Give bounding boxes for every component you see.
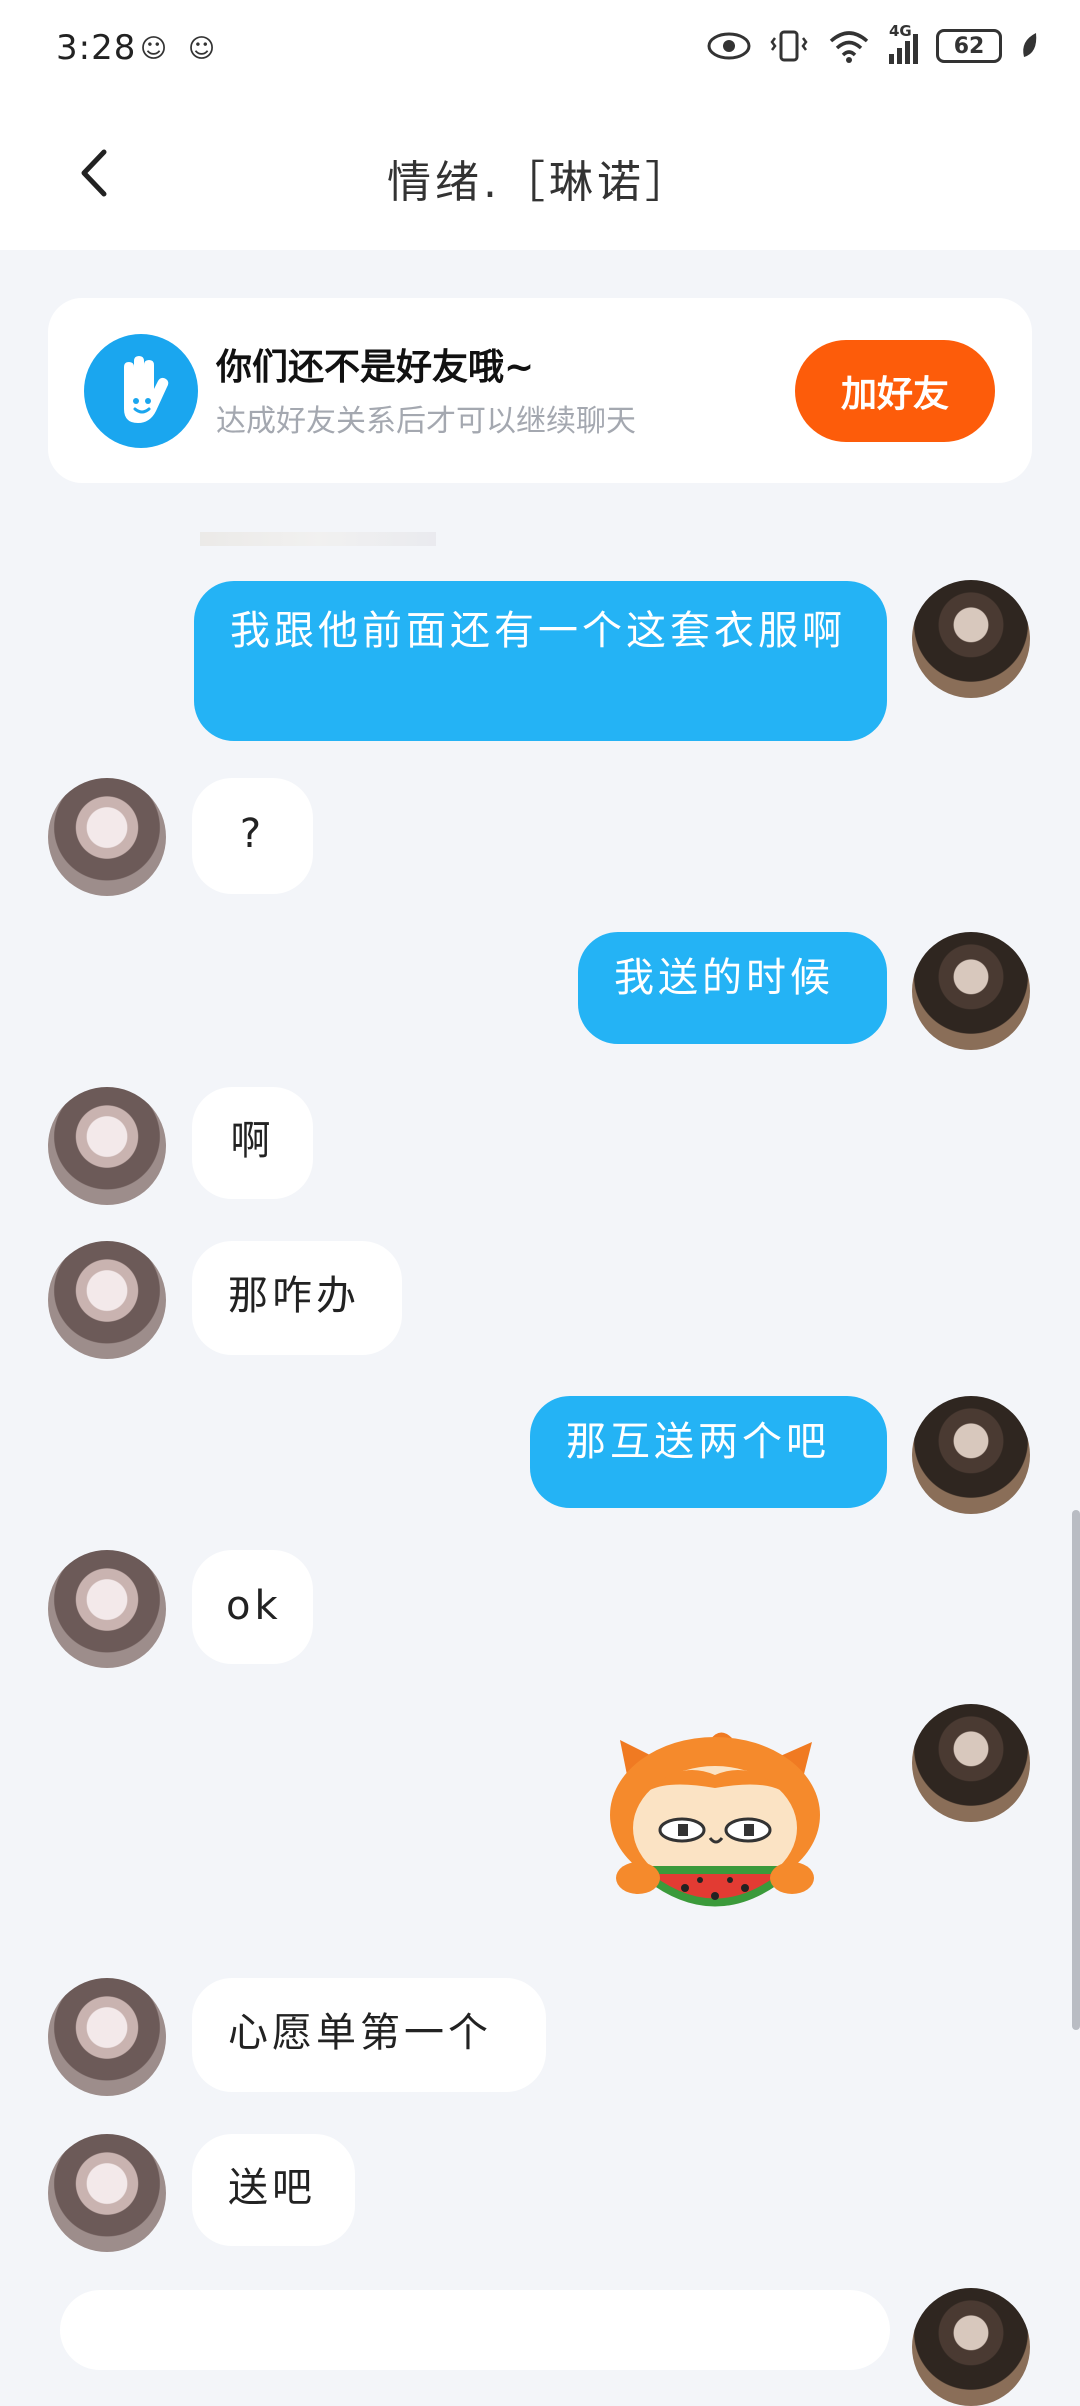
contact-avatar[interactable]	[48, 1241, 166, 1359]
message-bubble-incoming[interactable]: 送吧	[192, 2134, 355, 2246]
message-bubble-incoming[interactable]: 啊	[192, 1087, 313, 1199]
banner-subtitle: 达成好友关系后才可以继续聊天	[216, 404, 636, 439]
chat-title: 情绪.［琳诺］	[387, 157, 693, 208]
notification-icon: ☺	[140, 34, 168, 64]
contact-avatar[interactable]	[48, 1087, 166, 1205]
not-friends-banner: 你们还不是好友哦~ 达成好友关系后才可以继续聊天 加好友	[48, 298, 1032, 483]
vibrate-icon	[770, 30, 808, 62]
status-icons: 4G 62	[707, 22, 1040, 64]
scrollbar[interactable]	[1072, 1510, 1080, 2030]
message-bubble-outgoing[interactable]: 我送的时候	[578, 932, 887, 1044]
my-avatar[interactable]	[912, 2288, 1030, 2406]
contact-avatar[interactable]	[48, 2134, 166, 2252]
battery-icon: 62	[936, 29, 1002, 63]
contact-avatar[interactable]	[48, 1550, 166, 1668]
my-avatar[interactable]	[912, 580, 1030, 698]
network-type: 4G	[889, 22, 912, 40]
message-bubble-partial[interactable]	[60, 2290, 890, 2370]
notification-icon: ☺	[188, 34, 216, 64]
message-text: 我跟他前面还有一个这套衣服啊	[230, 608, 846, 654]
contact-avatar[interactable]	[48, 1978, 166, 2096]
wifi-icon	[829, 31, 869, 63]
message-text: 我送的时候	[614, 955, 834, 1001]
cellular-signal-icon: 4G	[889, 22, 918, 64]
message-text: 那咋办	[228, 1273, 360, 1319]
my-avatar[interactable]	[912, 932, 1030, 1050]
banner-title: 你们还不是好友哦~	[216, 347, 535, 388]
message-bubble-outgoing[interactable]: 那互送两个吧	[530, 1396, 887, 1508]
message-text: ?	[239, 811, 266, 857]
message-bubble-incoming[interactable]: ?	[192, 778, 313, 894]
message-bubble-outgoing[interactable]: 我跟他前面还有一个这套衣服啊	[194, 581, 887, 741]
message-text: 心愿单第一个	[228, 2010, 492, 2056]
message-text: ok	[226, 1583, 282, 1629]
status-bar: 3:28 ☺ ☺ 4G 62	[0, 0, 1080, 108]
leaf-icon	[1023, 33, 1037, 57]
add-friend-button[interactable]: 加好友	[795, 340, 995, 442]
message-text: 那互送两个吧	[566, 1419, 830, 1465]
my-avatar[interactable]	[912, 1704, 1030, 1822]
message-text: 啊	[230, 1118, 275, 1164]
chat-header: 情绪.［琳诺］	[0, 108, 1080, 250]
contact-avatar[interactable]	[48, 778, 166, 896]
my-avatar[interactable]	[912, 1396, 1030, 1514]
watermelon-cat-sticker[interactable]	[590, 1720, 840, 1930]
message-bubble-incoming[interactable]: 那咋办	[192, 1241, 402, 1355]
eye-icon	[707, 32, 751, 60]
message-text: 送吧	[228, 2165, 316, 2211]
status-time: 3:28	[56, 28, 137, 68]
hand-wave-icon	[84, 334, 198, 448]
message-bubble-incoming[interactable]: 心愿单第一个	[192, 1978, 546, 2092]
scrolled-content-remnant	[200, 532, 436, 546]
battery-level: 62	[953, 33, 985, 59]
message-bubble-incoming[interactable]: ok	[192, 1550, 313, 1664]
